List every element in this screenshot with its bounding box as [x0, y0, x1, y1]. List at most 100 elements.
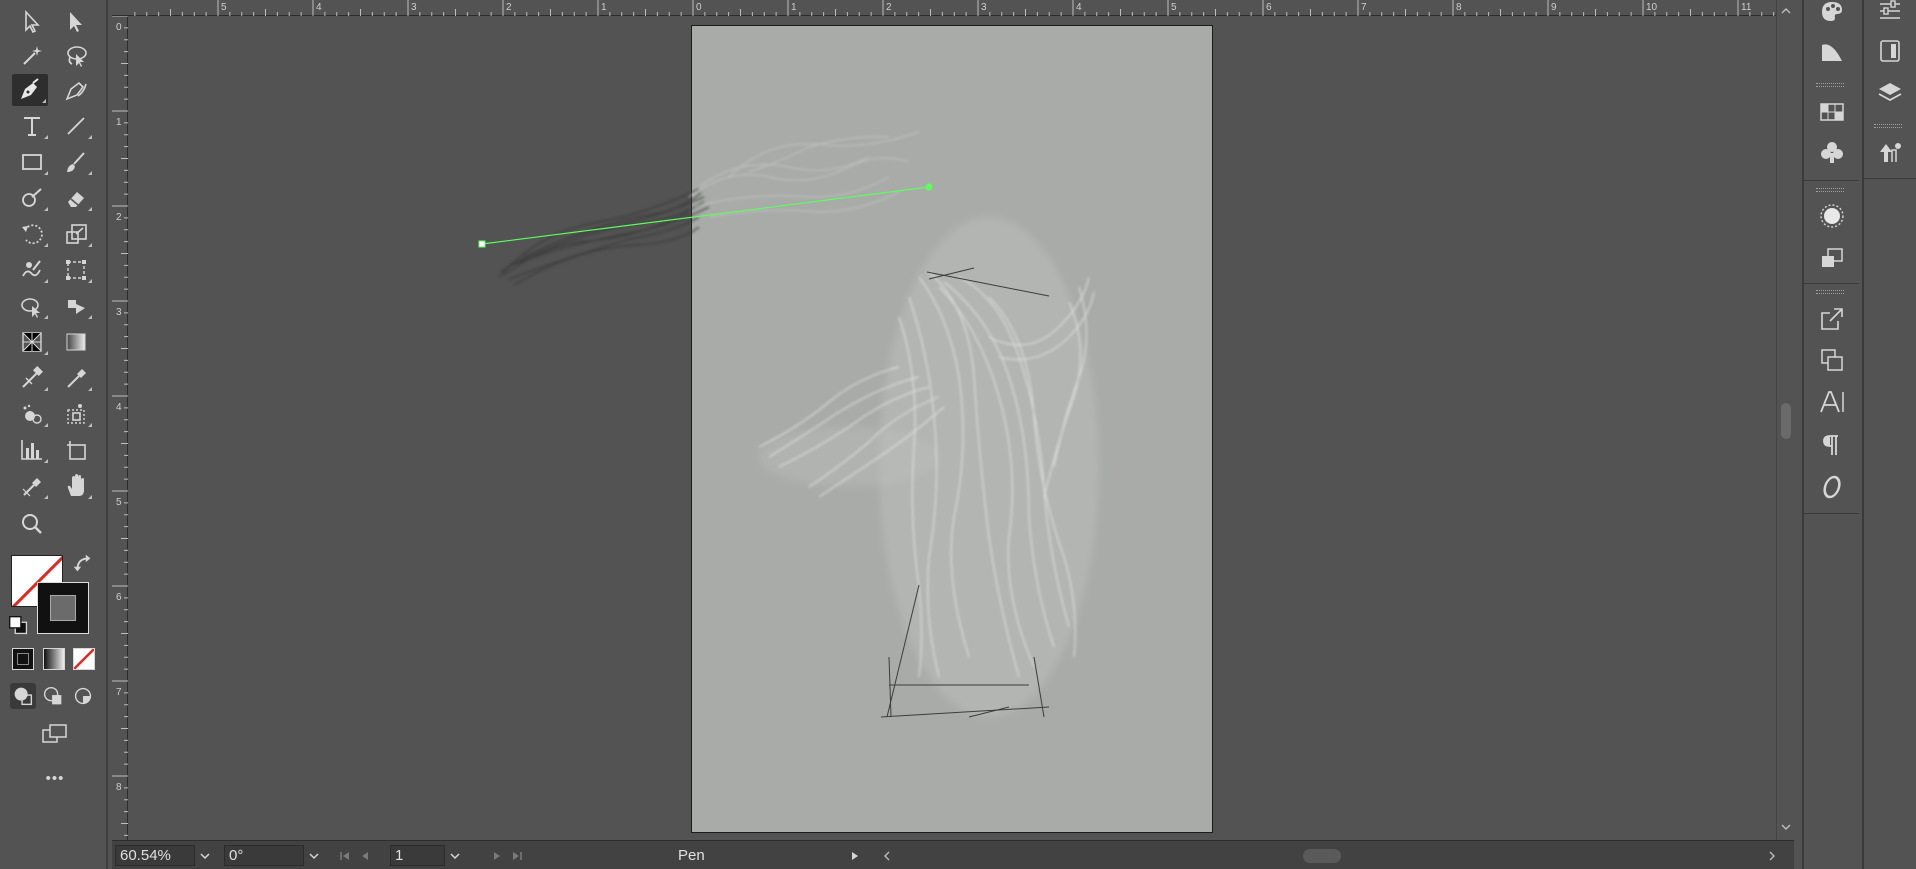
panel-group-grip[interactable] — [1816, 83, 1844, 87]
pen-tool-icon[interactable] — [12, 74, 48, 106]
document-canvas[interactable] — [129, 17, 1776, 840]
ruler-label: 8 — [116, 782, 122, 793]
rotation-field[interactable]: 0° — [224, 845, 304, 866]
export-icon[interactable] — [1812, 301, 1852, 337]
rotate-tool-icon[interactable] — [14, 218, 50, 250]
ruler-label: 1 — [116, 117, 122, 128]
color-mode-button[interactable] — [12, 648, 34, 670]
next-artboard-icon[interactable] — [487, 846, 507, 865]
vertical-scroll-thumb[interactable] — [1781, 403, 1791, 439]
smoke-figure-artwork[interactable] — [758, 217, 1099, 717]
anchor-point-start[interactable] — [478, 240, 486, 248]
color-guide-icon[interactable] — [1812, 0, 1852, 28]
curvature-tool-icon[interactable] — [58, 74, 94, 106]
scroll-down-icon[interactable] — [1779, 820, 1793, 834]
previous-artboard-icon[interactable] — [355, 846, 375, 865]
scale-tool-icon[interactable] — [58, 218, 94, 250]
dark-smoke-artwork[interactable] — [498, 188, 710, 286]
pen-path-segment[interactable] — [478, 183, 933, 248]
ruler-label: 6 — [116, 592, 122, 603]
artwork-layer — [478, 131, 1099, 718]
selection-tool-icon[interactable] — [14, 6, 50, 38]
layers-icon[interactable] — [1870, 75, 1910, 111]
vertical-ruler[interactable]: 0 1 2 3 4 5 6 7 8 — [112, 15, 128, 840]
eyedropper-tool-icon[interactable] — [58, 362, 94, 394]
vertical-scrollbar[interactable] — [1776, 0, 1794, 840]
gradient-icon[interactable] — [1812, 33, 1852, 69]
libraries-icon[interactable] — [1870, 33, 1910, 69]
direct-selection-tool-icon[interactable] — [58, 6, 94, 38]
zoom-level-field[interactable]: 60.54% — [115, 845, 195, 866]
warp-tool-icon[interactable] — [14, 254, 50, 286]
lasso-tool-icon[interactable] — [58, 40, 94, 72]
vertical-ruler-ticks: 0 1 2 3 4 5 6 7 8 — [112, 15, 128, 836]
graphic-styles-icon[interactable] — [1812, 240, 1852, 276]
anchor-point-end[interactable] — [925, 183, 933, 191]
first-artboard-icon[interactable] — [335, 846, 355, 865]
character-icon[interactable] — [1812, 384, 1852, 420]
perspective-grid-tool-icon[interactable] — [14, 326, 50, 358]
screen-mode-icon[interactable] — [36, 718, 72, 750]
draw-normal-icon[interactable] — [10, 683, 36, 709]
light-smoke-wisp[interactable] — [688, 131, 920, 218]
eraser-tool-icon[interactable] — [58, 182, 94, 214]
rotation-dropdown-icon[interactable] — [304, 846, 324, 865]
draw-inside-icon[interactable] — [70, 683, 96, 709]
zoom-tool-icon[interactable] — [14, 508, 50, 540]
stroke-swatch[interactable] — [37, 582, 89, 634]
none-mode-button[interactable] — [73, 648, 95, 670]
appearance-icon[interactable] — [1812, 198, 1852, 234]
magic-wand-tool-icon[interactable] — [14, 40, 50, 72]
rectangle-tool-icon[interactable] — [14, 146, 50, 178]
swatches-icon[interactable] — [1812, 94, 1852, 130]
artboard-number-field[interactable]: 1 — [390, 845, 445, 866]
blend-tool-icon[interactable] — [14, 362, 50, 394]
horizontal-scroll-thumb[interactable] — [1303, 849, 1341, 863]
gradient-tool-icon[interactable] — [58, 326, 94, 358]
ruler-label: 8 — [1456, 2, 1462, 13]
default-fill-stroke-icon[interactable] — [6, 613, 32, 639]
scroll-up-icon[interactable] — [1779, 4, 1793, 18]
slice-tool-icon[interactable] — [58, 398, 94, 430]
tools-panel: ••• — [0, 0, 108, 869]
width-tool-icon[interactable] — [14, 470, 50, 502]
horizontal-ruler[interactable]: 5 4 3 2 1 0 1 2 3 4 5 6 7 8 9 10 11 — [112, 0, 1776, 16]
panel-group-grip-4[interactable] — [1874, 124, 1902, 128]
free-transform-tool-icon[interactable] — [58, 254, 94, 286]
ruler-label: 5 — [1171, 2, 1177, 13]
scroll-left-icon[interactable] — [877, 846, 897, 865]
zoom-dropdown-icon[interactable] — [195, 846, 215, 865]
artboard-tool-icon[interactable] — [58, 434, 94, 466]
more-tools-button[interactable]: ••• — [38, 770, 72, 790]
draw-behind-icon[interactable] — [40, 683, 66, 709]
shape-builder-tool-icon[interactable] — [14, 290, 50, 322]
paragraph-icon[interactable] — [1812, 427, 1852, 463]
symbol-sprayer-tool-icon[interactable] — [14, 398, 50, 430]
column-graph-tool-icon[interactable] — [14, 434, 50, 466]
type-tool-icon[interactable] — [14, 110, 50, 142]
hand-tool-icon[interactable] — [58, 470, 94, 502]
symbols-icon[interactable] — [1812, 135, 1852, 171]
ruler-label: 5 — [116, 497, 122, 508]
ruler-label: 7 — [1361, 2, 1367, 13]
artboards-icon[interactable] — [1812, 342, 1852, 378]
swap-fill-stroke-icon[interactable] — [70, 551, 96, 577]
panel-group-grip-3[interactable] — [1816, 290, 1844, 294]
live-paint-bucket-tool-icon[interactable] — [58, 290, 94, 322]
properties-icon[interactable] — [1870, 0, 1910, 28]
panel-group-grip-2[interactable] — [1816, 188, 1844, 192]
ruler-label: 9 — [1551, 2, 1557, 13]
asset-export-icon[interactable] — [1870, 134, 1910, 170]
artboard-dropdown-icon[interactable] — [445, 846, 465, 865]
gradient-mode-button[interactable] — [43, 648, 65, 670]
ruler-label: 4 — [316, 2, 322, 13]
ruler-label: 3 — [116, 307, 122, 318]
current-tool-label: Pen — [678, 847, 705, 864]
paintbrush-tool-icon[interactable] — [58, 146, 94, 178]
opentype-icon[interactable] — [1812, 469, 1852, 505]
line-segment-tool-icon[interactable] — [58, 110, 94, 142]
status-menu-icon[interactable] — [845, 846, 865, 865]
last-artboard-icon[interactable] — [507, 846, 527, 865]
scroll-right-icon[interactable] — [1762, 846, 1782, 865]
shaper-tool-icon[interactable] — [14, 182, 50, 214]
